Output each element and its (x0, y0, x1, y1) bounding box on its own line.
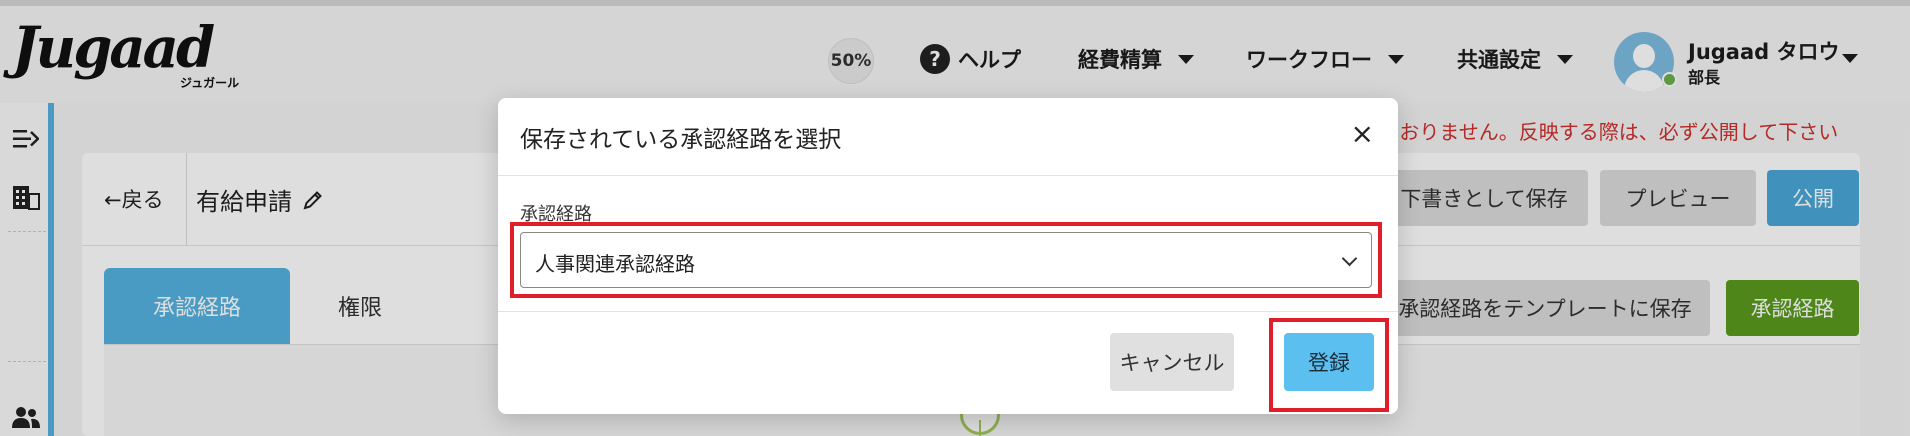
dialog-title: 保存されている承認経路を選択 (520, 127, 842, 153)
select-highlight-box (510, 222, 1382, 298)
dialog-divider (498, 311, 1398, 312)
close-icon[interactable]: × (1351, 120, 1374, 148)
register-highlight-box (1269, 318, 1389, 412)
cancel-button[interactable]: キャンセル (1110, 333, 1234, 391)
select-route-dialog: 保存されている承認経路を選択 × 承認経路 人事関連承認経路 キャンセル 登録 (498, 98, 1398, 414)
dialog-divider (498, 175, 1398, 176)
